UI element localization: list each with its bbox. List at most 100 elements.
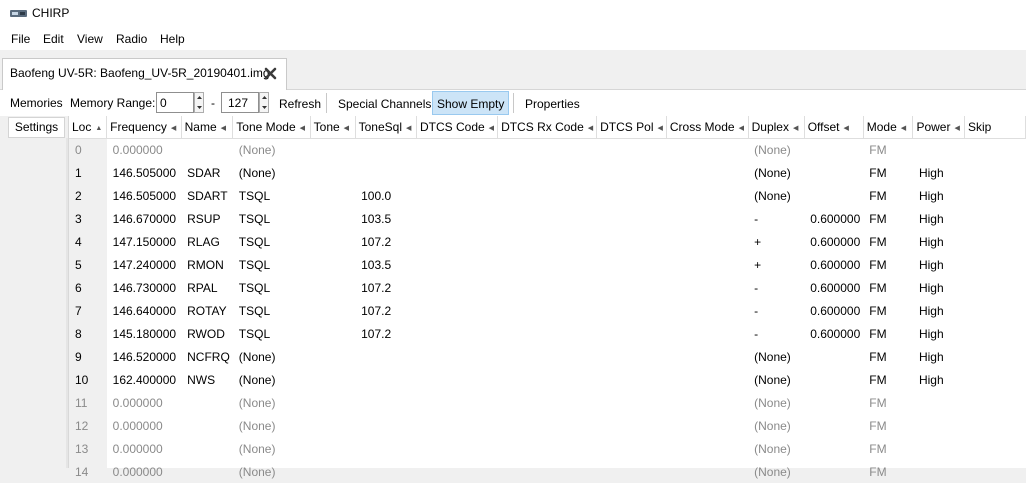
memory-grid[interactable]: Loc ▲ Frequency ◀ Name ◀ Tone Mode ◀ Tone ◀ ToneSq… bbox=[68, 116, 1026, 483]
cell-tonesql[interactable] bbox=[355, 460, 416, 483]
cell-tone[interactable] bbox=[310, 230, 355, 253]
cell-cross-mode[interactable] bbox=[666, 391, 748, 414]
table-row[interactable]: 12 0.000000 (None) (None) FM bbox=[69, 414, 1026, 437]
cell-tonesql[interactable]: 107.2 bbox=[355, 230, 416, 253]
cell-power[interactable]: High bbox=[913, 230, 965, 253]
cell-loc[interactable]: 4 bbox=[69, 230, 107, 253]
column-header-name[interactable]: Name ◀ bbox=[181, 116, 234, 139]
column-header-dtcs-code[interactable]: DTCS Code ◀ bbox=[416, 116, 499, 139]
table-row[interactable]: 3 146.670000 RSUP TSQL 103.5 -0.600000 FM High bbox=[69, 207, 1026, 230]
tab-settings[interactable]: Settings bbox=[8, 117, 65, 138]
cell-offset[interactable] bbox=[804, 391, 863, 414]
cell-power[interactable] bbox=[913, 460, 965, 483]
cell-tone-mode[interactable]: (None) bbox=[233, 391, 310, 414]
cell-loc[interactable]: 2 bbox=[69, 184, 107, 207]
cell-dtcs-code[interactable] bbox=[416, 437, 497, 460]
cell-skip[interactable] bbox=[965, 230, 1026, 253]
cell-tone-mode[interactable]: TSQL bbox=[233, 230, 310, 253]
cell-tone-mode[interactable]: (None) bbox=[233, 437, 310, 460]
cell-cross-mode[interactable] bbox=[666, 345, 748, 368]
table-row[interactable]: 4 147.150000 RLAG TSQL 107.2 +0.600000 FM High bbox=[69, 230, 1026, 253]
cell-power[interactable]: High bbox=[913, 345, 965, 368]
cell-cross-mode[interactable] bbox=[666, 161, 748, 184]
cell-frequency[interactable]: 0.000000 bbox=[107, 460, 181, 483]
cell-dtcs-rx-code[interactable] bbox=[498, 414, 597, 437]
table-row[interactable]: 10 162.400000 NWS (None) (None) FM High bbox=[69, 368, 1026, 391]
cell-power[interactable]: High bbox=[913, 207, 965, 230]
cell-cross-mode[interactable] bbox=[666, 184, 748, 207]
cell-loc[interactable]: 12 bbox=[69, 414, 107, 437]
cell-skip[interactable] bbox=[965, 391, 1026, 414]
column-header-dtcs-pol[interactable]: DTCS Pol ◀ bbox=[596, 116, 667, 139]
cell-cross-mode[interactable] bbox=[666, 276, 748, 299]
cell-offset[interactable]: 0.600000 bbox=[804, 299, 863, 322]
cell-loc[interactable]: 3 bbox=[69, 207, 107, 230]
cell-dtcs-pol[interactable] bbox=[597, 322, 667, 345]
cell-power[interactable]: High bbox=[913, 368, 965, 391]
column-header-tone[interactable]: Tone ◀ bbox=[310, 116, 356, 139]
cell-frequency[interactable]: 162.400000 bbox=[107, 368, 181, 391]
table-row[interactable]: 8 145.180000 RWOD TSQL 107.2 -0.600000 FM High bbox=[69, 322, 1026, 345]
cell-cross-mode[interactable] bbox=[666, 322, 748, 345]
cell-loc[interactable]: 14 bbox=[69, 460, 107, 483]
cell-name[interactable]: SDART bbox=[181, 184, 233, 207]
column-header-loc[interactable]: Loc ▲ bbox=[69, 116, 108, 139]
cell-frequency[interactable]: 145.180000 bbox=[107, 322, 181, 345]
cell-tonesql[interactable]: 107.2 bbox=[355, 276, 416, 299]
cell-loc[interactable]: 6 bbox=[69, 276, 107, 299]
cell-name[interactable]: RPAL bbox=[181, 276, 233, 299]
cell-offset[interactable] bbox=[804, 437, 863, 460]
cell-tonesql[interactable] bbox=[355, 391, 416, 414]
cell-name[interactable] bbox=[181, 391, 233, 414]
cell-offset[interactable] bbox=[804, 138, 863, 161]
cell-offset[interactable]: 0.600000 bbox=[804, 230, 863, 253]
cell-dtcs-pol[interactable] bbox=[597, 276, 667, 299]
cell-dtcs-rx-code[interactable] bbox=[498, 391, 597, 414]
close-icon[interactable] bbox=[264, 67, 277, 80]
cell-tone-mode[interactable]: TSQL bbox=[233, 276, 310, 299]
cell-duplex[interactable]: - bbox=[748, 322, 804, 345]
cell-duplex[interactable]: (None) bbox=[748, 460, 804, 483]
cell-dtcs-rx-code[interactable] bbox=[498, 368, 597, 391]
cell-tone[interactable] bbox=[310, 276, 355, 299]
cell-dtcs-rx-code[interactable] bbox=[498, 299, 597, 322]
cell-loc[interactable]: 5 bbox=[69, 253, 107, 276]
cell-dtcs-code[interactable] bbox=[416, 230, 497, 253]
cell-tone-mode[interactable]: (None) bbox=[233, 460, 310, 483]
cell-name[interactable] bbox=[181, 138, 233, 161]
menu-radio[interactable]: Radio bbox=[116, 32, 147, 46]
cell-offset[interactable] bbox=[804, 368, 863, 391]
cell-dtcs-rx-code[interactable] bbox=[498, 345, 597, 368]
cell-tonesql[interactable] bbox=[355, 138, 416, 161]
menu-view[interactable]: View bbox=[77, 32, 103, 46]
cell-power[interactable]: High bbox=[913, 184, 965, 207]
cell-skip[interactable] bbox=[965, 207, 1026, 230]
cell-name[interactable] bbox=[181, 460, 233, 483]
cell-skip[interactable] bbox=[965, 437, 1026, 460]
table-row[interactable]: 13 0.000000 (None) (None) FM bbox=[69, 437, 1026, 460]
stepper-down-icon[interactable] bbox=[261, 103, 268, 112]
cell-mode[interactable]: FM bbox=[863, 391, 913, 414]
column-header-cross-mode[interactable]: Cross Mode ◀ bbox=[666, 116, 749, 139]
cell-tone-mode[interactable]: (None) bbox=[233, 161, 310, 184]
cell-cross-mode[interactable] bbox=[666, 253, 748, 276]
cell-tone[interactable] bbox=[310, 460, 355, 483]
cell-offset[interactable]: 0.600000 bbox=[804, 253, 863, 276]
cell-dtcs-pol[interactable] bbox=[597, 299, 667, 322]
cell-dtcs-pol[interactable] bbox=[597, 414, 667, 437]
cell-power[interactable]: High bbox=[913, 276, 965, 299]
cell-skip[interactable] bbox=[965, 276, 1026, 299]
cell-loc[interactable]: 13 bbox=[69, 437, 107, 460]
cell-loc[interactable]: 1 bbox=[69, 161, 107, 184]
cell-dtcs-rx-code[interactable] bbox=[498, 460, 597, 483]
table-row[interactable]: 0 0.000000 (None) (None) FM bbox=[69, 138, 1026, 161]
cell-duplex[interactable]: (None) bbox=[748, 414, 804, 437]
cell-tone[interactable] bbox=[310, 161, 355, 184]
cell-name[interactable]: RLAG bbox=[181, 230, 233, 253]
cell-offset[interactable] bbox=[804, 161, 863, 184]
cell-dtcs-pol[interactable] bbox=[597, 161, 667, 184]
cell-power[interactable] bbox=[913, 437, 965, 460]
cell-dtcs-pol[interactable] bbox=[597, 207, 667, 230]
cell-tonesql[interactable]: 100.0 bbox=[355, 184, 416, 207]
cell-tonesql[interactable] bbox=[355, 368, 416, 391]
